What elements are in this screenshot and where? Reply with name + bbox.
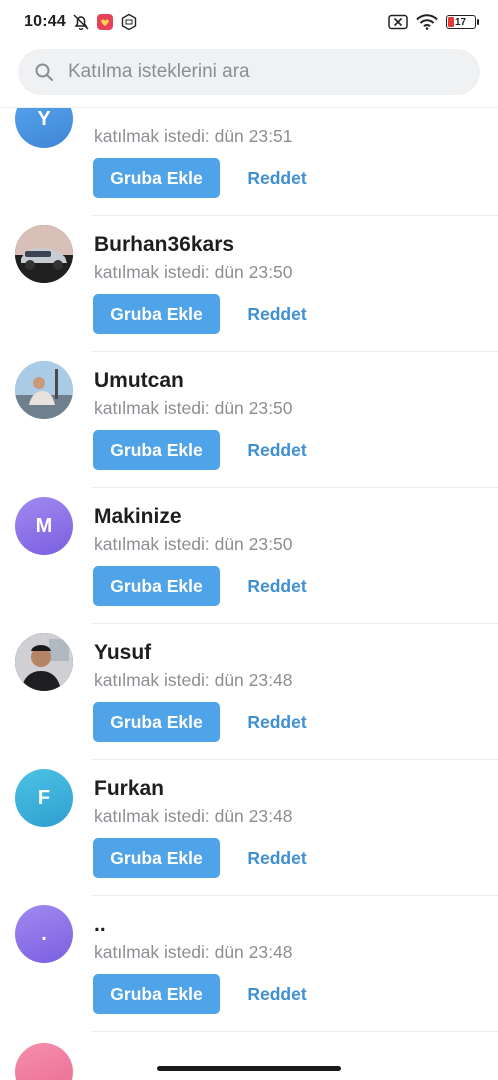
request-time: katılmak istedi: dün 23:48	[94, 806, 293, 826]
avatar[interactable]: .	[15, 905, 73, 963]
reject-button[interactable]: Reddet	[240, 566, 314, 606]
divider	[92, 351, 498, 352]
reject-button[interactable]: Reddet	[240, 838, 314, 878]
request-time: katılmak istedi: dün 23:50	[94, 534, 293, 554]
status-time: 10:44	[24, 13, 66, 30]
reject-button[interactable]: Reddet	[240, 158, 314, 198]
add-to-group-button[interactable]: Gruba Ekle	[93, 838, 220, 878]
list-item: M Makinize katılmak istedi: dün 23:50 Gr…	[0, 487, 498, 623]
bell-muted-icon	[72, 13, 90, 31]
reject-button[interactable]: Reddet	[240, 974, 314, 1014]
add-to-group-button[interactable]: Gruba Ekle	[93, 566, 220, 606]
user-name: Makinize	[94, 505, 182, 528]
join-request-list[interactable]: Y i katılmak istedi: dün 23:51 Gruba Ekl…	[0, 0, 498, 1080]
person-outdoor-photo-icon	[15, 361, 73, 419]
avatar[interactable]	[15, 633, 73, 691]
avatar[interactable]: F	[15, 769, 73, 827]
list-item: Yusuf katılmak istedi: dün 23:48 Gruba E…	[0, 623, 498, 759]
list-item: F Furkan katılmak istedi: dün 23:48 Grub…	[0, 759, 498, 895]
avatar-initial: Y	[37, 107, 51, 130]
search-placeholder: Katılma isteklerini ara	[68, 61, 250, 82]
divider	[92, 215, 498, 216]
reject-button[interactable]: Reddet	[240, 294, 314, 334]
search-input[interactable]: Katılma isteklerini ara	[18, 49, 480, 95]
user-name: Umutcan	[94, 369, 184, 392]
add-to-group-button[interactable]: Gruba Ekle	[93, 974, 220, 1014]
request-time: katılmak istedi: dün 23:50	[94, 398, 293, 418]
divider	[92, 895, 498, 896]
list-item: Burhan36kars katılmak istedi: dün 23:50 …	[0, 215, 498, 351]
avatar[interactable]	[15, 361, 73, 419]
status-bar: 10:44 17	[0, 0, 498, 44]
user-name: Yusuf	[94, 641, 152, 664]
list-item: Umutcan katılmak istedi: dün 23:50 Gruba…	[0, 351, 498, 487]
request-time: katılmak istedi: dün 23:48	[94, 942, 293, 962]
wifi-icon	[416, 14, 438, 30]
user-name: Burhan36kars	[94, 233, 235, 256]
divider	[92, 1031, 498, 1032]
avatar-initial: .	[41, 922, 47, 945]
add-to-group-button[interactable]: Gruba Ekle	[93, 294, 220, 334]
avatar-initial: M	[35, 514, 53, 537]
avatar[interactable]	[15, 225, 73, 283]
list-item: . .. katılmak istedi: dün 23:48 Gruba Ek…	[0, 895, 498, 1031]
battery-level-text: 17	[455, 16, 467, 28]
ai-chip-icon	[120, 13, 138, 31]
home-indicator[interactable]	[157, 1066, 341, 1071]
avatar-initial: F	[37, 786, 51, 809]
request-time: katılmak istedi: dün 23:50	[94, 262, 293, 282]
add-to-group-button[interactable]: Gruba Ekle	[93, 430, 220, 470]
divider	[92, 623, 498, 624]
search-icon	[34, 62, 54, 82]
add-to-group-button[interactable]: Gruba Ekle	[93, 158, 220, 198]
list-item	[0, 1031, 498, 1080]
add-to-group-button[interactable]: Gruba Ekle	[93, 702, 220, 742]
user-name: Furkan	[94, 777, 165, 800]
app-notification-icon	[96, 13, 114, 31]
user-name: ..	[94, 913, 106, 936]
request-time: katılmak istedi: dün 23:48	[94, 670, 293, 690]
avatar[interactable]: M	[15, 497, 73, 555]
divider	[92, 759, 498, 760]
person-portrait-photo-icon	[15, 633, 73, 691]
request-time: katılmak istedi: dün 23:51	[94, 126, 293, 146]
battery-icon: 17	[446, 15, 479, 29]
divider	[92, 487, 498, 488]
no-sim-icon	[388, 14, 408, 30]
search-bar-container: Katılma isteklerini ara	[0, 44, 498, 108]
battery-level-fill	[448, 17, 454, 27]
car-photo-icon	[15, 225, 73, 283]
avatar[interactable]	[15, 1043, 73, 1080]
reject-button[interactable]: Reddet	[240, 430, 314, 470]
reject-button[interactable]: Reddet	[240, 702, 314, 742]
